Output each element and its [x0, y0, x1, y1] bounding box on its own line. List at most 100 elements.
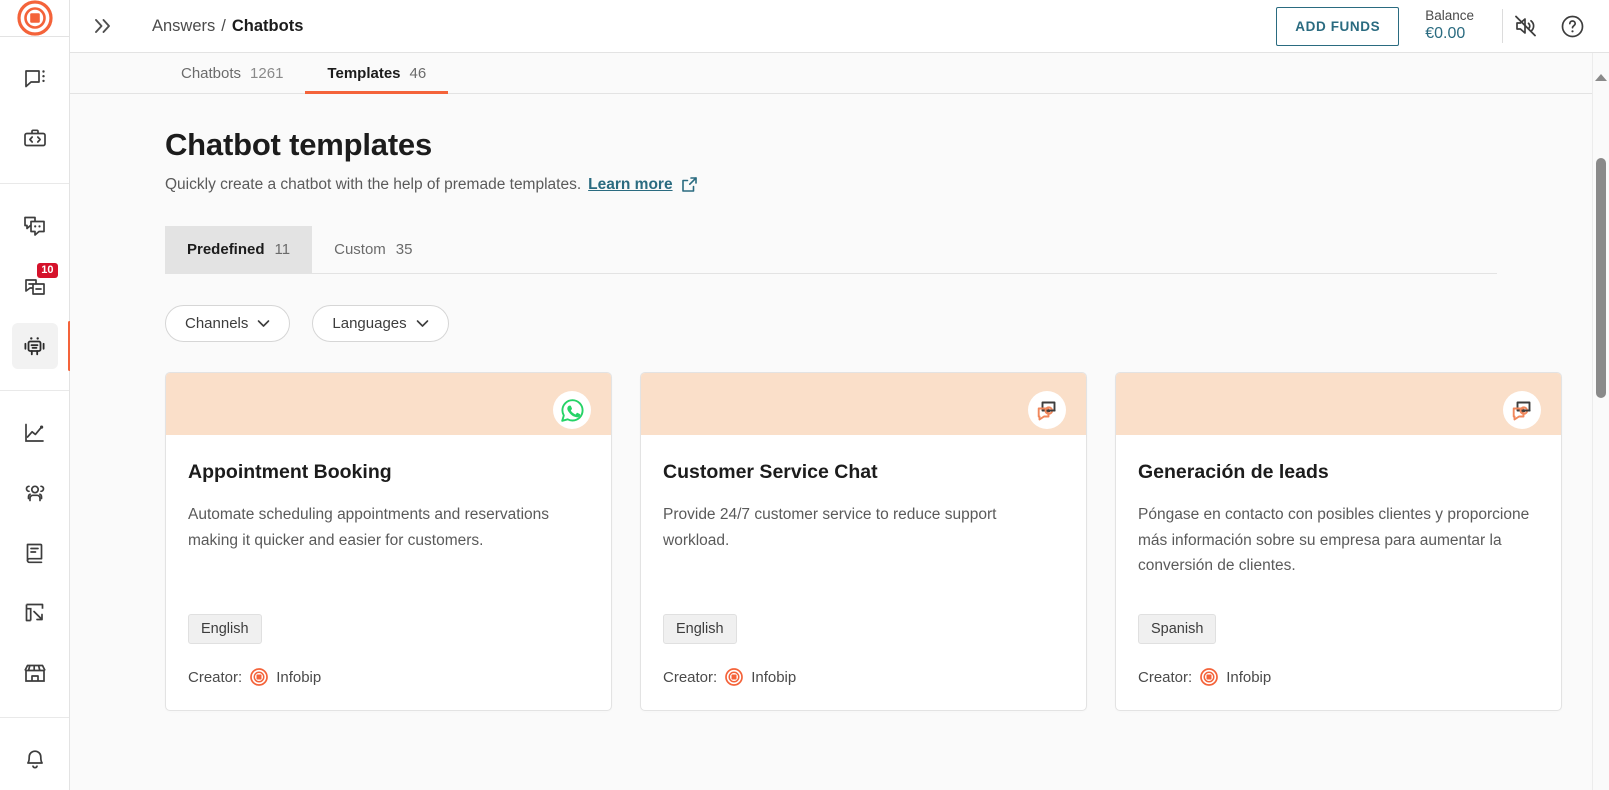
balance-display: Balance €0.00 [1425, 8, 1502, 45]
sidebar-group-2: 10 [0, 184, 71, 391]
card-title: Appointment Booking [188, 461, 392, 483]
conversations-icon [24, 70, 45, 88]
chevron-down-icon [416, 320, 428, 327]
template-card[interactable]: Appointment Booking Automate scheduling … [165, 372, 612, 711]
page-inner: Chatbot templates Quickly create a chatb… [70, 94, 1592, 751]
breadcrumb-current: Chatbots [231, 16, 304, 35]
tab-templates-label: Templates [327, 65, 401, 82]
card-channel-badge [1503, 391, 1541, 429]
scroll-up-arrow-icon[interactable] [1595, 74, 1607, 81]
card-banner [641, 373, 1086, 435]
card-title: Generación de leads [1138, 461, 1329, 483]
sidebar-item-forms[interactable] [12, 590, 58, 636]
forms-icon [25, 603, 43, 622]
whatsapp-icon [560, 398, 584, 422]
tab-chatbots-label: Chatbots [181, 65, 242, 82]
sidebar-group-4: PB [0, 718, 69, 790]
card-banner [166, 373, 611, 435]
scroll-container: Chatbots 1261 Templates 46 Chatbot templ… [70, 53, 1609, 790]
chevron-double-right-icon [95, 19, 110, 33]
card-language-tag: Spanish [1138, 614, 1217, 644]
external-link-icon [681, 177, 697, 192]
card-creator: Creator: Infobip [188, 668, 589, 686]
segment-custom-label: Custom [334, 241, 386, 258]
sidebar-item-moments[interactable] [12, 203, 58, 249]
expand-sidebar-button[interactable] [92, 17, 114, 35]
chevron-down-icon [258, 320, 270, 327]
sidebar-item-catalog[interactable] [12, 530, 58, 576]
sidebar-item-answers[interactable] [11, 321, 71, 371]
app-sidebar: 10 [0, 0, 71, 790]
breadcrumb: Answers / Chatbots [152, 17, 303, 36]
segment-custom[interactable]: Custom 35 [312, 226, 434, 273]
tab-templates-count: 46 [409, 65, 427, 82]
sidebar-item-analytics[interactable] [12, 410, 58, 456]
card-creator-label: Creator: [1138, 668, 1193, 686]
sidebar-item-notifications[interactable] [12, 737, 58, 783]
speaker-muted-icon [1515, 15, 1536, 37]
learn-more-link[interactable]: Learn more [588, 176, 672, 194]
notifications-bell-icon [26, 750, 43, 769]
tab-chatbots[interactable]: Chatbots 1261 [165, 65, 305, 93]
infobip-logo-icon [16, 0, 53, 36]
segment-custom-count: 35 [395, 241, 413, 258]
segment-predefined[interactable]: Predefined 11 [165, 226, 313, 273]
main-region: Answers / Chatbots ADD FUNDS Balance €0.… [70, 0, 1609, 790]
page-content: Chatbots 1261 Templates 46 Chatbot templ… [70, 53, 1592, 790]
balance-value: €0.00 [1425, 25, 1466, 43]
template-card[interactable]: Generación de leads Póngase en contacto … [1115, 372, 1562, 711]
moments-icon [23, 216, 45, 236]
mute-button[interactable] [1503, 3, 1549, 49]
sidebar-item-developer-tools[interactable] [12, 116, 58, 162]
sidebar-item-conversations[interactable] [12, 56, 58, 102]
sidebar-item-people[interactable] [12, 470, 58, 516]
developer-tools-icon [23, 129, 46, 147]
card-creator-label: Creator: [188, 668, 243, 686]
template-card[interactable]: Customer Service Chat Provide 24/7 custo… [640, 372, 1087, 711]
card-body: Appointment Booking Automate scheduling … [166, 435, 611, 710]
top-header: Answers / Chatbots ADD FUNDS Balance €0.… [70, 0, 1609, 53]
segment-predefined-count: 11 [274, 241, 291, 258]
sidebar-item-storefront[interactable] [12, 650, 58, 696]
page-subtitle: Quickly create a chatbot with the help o… [165, 175, 1497, 194]
filter-languages-label: Languages [332, 315, 407, 332]
filter-languages[interactable]: Languages [312, 305, 449, 342]
card-language-tag: English [663, 614, 737, 644]
card-creator-name: Infobip [1226, 668, 1272, 686]
card-banner [1116, 373, 1561, 435]
card-channel-badge [1028, 391, 1066, 429]
help-circle-icon [1561, 15, 1583, 37]
breadcrumb-separator: / [221, 16, 226, 35]
filter-channels[interactable]: Channels [165, 305, 291, 342]
sidebar-group-1 [0, 37, 69, 184]
card-description: Póngase en contacto con posibles cliente… [1138, 506, 1530, 575]
template-card-grid: Appointment Booking Automate scheduling … [165, 372, 1562, 751]
live-chat-icon [1512, 401, 1531, 420]
answers-chatbot-icon [24, 336, 45, 355]
page-subtitle-text: Quickly create a chatbot with the help o… [165, 175, 582, 193]
sidebar-group-3 [0, 391, 69, 718]
top-header-actions: ADD FUNDS Balance €0.00 [1276, 3, 1595, 49]
card-creator-name: Infobip [751, 668, 797, 686]
app-logo[interactable] [0, 0, 69, 37]
sidebar-item-inbox[interactable]: 10 [12, 263, 58, 309]
help-button[interactable] [1549, 3, 1595, 49]
breadcrumb-parent[interactable]: Answers [152, 17, 215, 36]
card-description: Provide 24/7 customer service to reduce … [663, 506, 997, 549]
card-body: Generación de leads Póngase en contacto … [1116, 435, 1561, 710]
page-tabs: Chatbots 1261 Templates 46 [70, 53, 1592, 94]
inbox-badge-count: 10 [37, 263, 58, 278]
storefront-icon [23, 664, 46, 682]
vertical-scrollbar[interactable] [1592, 53, 1609, 790]
infobip-logo-icon [1200, 668, 1219, 686]
card-channel-badge [553, 391, 591, 429]
infobip-logo-icon [725, 668, 744, 686]
card-language-tag: English [188, 614, 262, 644]
card-creator-label: Creator: [663, 668, 718, 686]
template-type-switch: Predefined 11 Custom 35 [165, 226, 1497, 274]
external-link-button[interactable] [680, 175, 699, 194]
add-funds-button[interactable]: ADD FUNDS [1276, 6, 1400, 46]
scroll-thumb[interactable] [1596, 158, 1606, 398]
segment-predefined-label: Predefined [187, 241, 265, 258]
tab-templates[interactable]: Templates 46 [305, 65, 448, 94]
